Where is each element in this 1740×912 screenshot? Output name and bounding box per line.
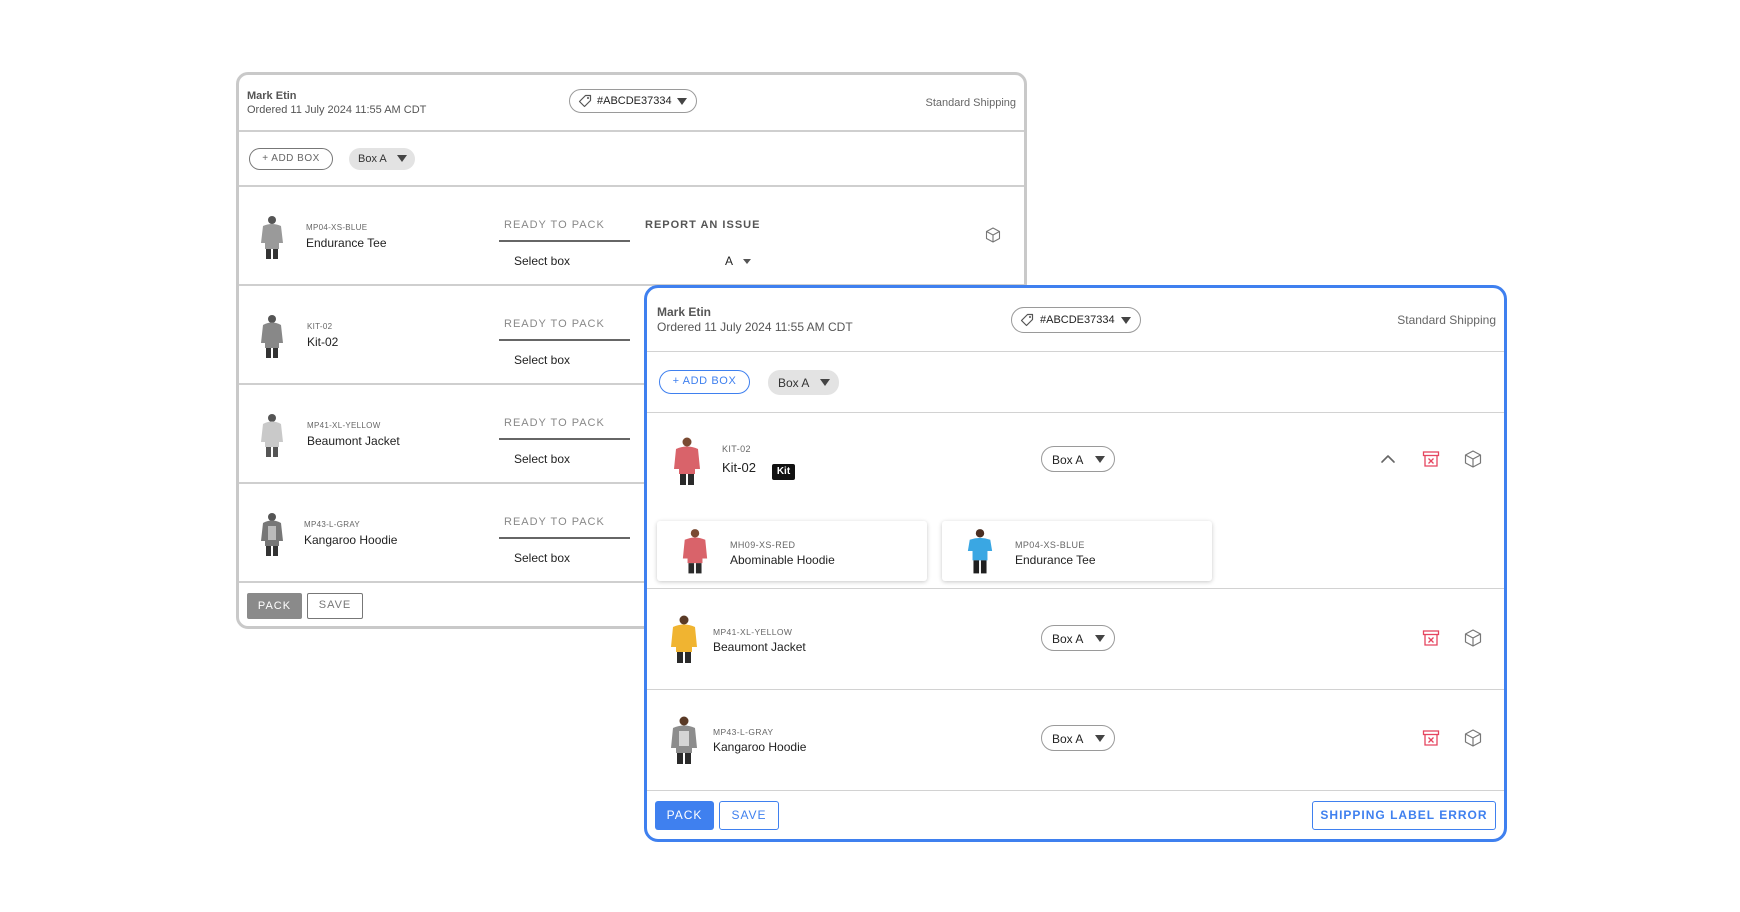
list-item: MP43-L-GRAY Kangaroo Hoodie Box A [647, 690, 1504, 791]
box-dropdown-value: Box A [1052, 732, 1084, 746]
save-button[interactable]: SAVE [307, 593, 363, 619]
save-button[interactable]: SAVE [719, 801, 779, 830]
box-select-value: Box A [778, 376, 810, 390]
product-name: Kangaroo Hoodie [304, 533, 398, 547]
product-sku: MP04-XS-BLUE [1015, 540, 1085, 550]
shipping-label-error-button[interactable]: SHIPPING LABEL ERROR [1312, 801, 1496, 830]
product-name: Endurance Tee [1015, 553, 1096, 567]
cube-icon[interactable] [985, 227, 1001, 243]
order-header: Mark Etin Ordered 11 July 2024 11:55 AM … [239, 75, 1024, 132]
box-dropdown-value: Box A [1052, 453, 1084, 467]
shipping-method: Standard Shipping [1397, 313, 1496, 327]
box-dropdown-value: Box A [1052, 632, 1084, 646]
order-id-dropdown[interactable]: #ABCDE37334 [1011, 307, 1141, 333]
remove-box-icon[interactable] [1422, 729, 1440, 747]
box-toolbar: + ADD BOX Box A [647, 352, 1504, 413]
product-thumbnail [671, 615, 697, 663]
product-name: Beaumont Jacket [307, 434, 400, 448]
tab-underline [499, 240, 630, 242]
tab-ready-to-pack[interactable]: READY TO PACK [504, 516, 605, 528]
caret-down-icon [677, 98, 687, 105]
caret-down-icon[interactable] [743, 259, 751, 264]
remove-box-icon[interactable] [1422, 450, 1440, 468]
card-footer: PACK SAVE SHIPPING LABEL ERROR [647, 791, 1504, 839]
tab-underline [499, 339, 630, 341]
product-name: Kangaroo Hoodie [713, 740, 807, 754]
product-name: Kit-02 [722, 460, 756, 475]
add-box-button[interactable]: + ADD BOX [249, 148, 333, 170]
order-header: Mark Etin Ordered 11 July 2024 11:55 AM … [647, 288, 1504, 352]
box-dropdown[interactable]: Box A [1041, 446, 1115, 472]
product-sku: MP43-L-GRAY [713, 727, 774, 737]
tab-ready-to-pack[interactable]: READY TO PACK [504, 219, 605, 231]
pack-button[interactable]: PACK [655, 801, 714, 830]
box-dropdown[interactable]: Box A [1041, 625, 1115, 651]
product-sku: KIT-02 [722, 444, 751, 454]
product-name: Abominable Hoodie [730, 553, 835, 567]
kit-component-card: MP04-XS-BLUE Endurance Tee [942, 521, 1212, 581]
product-name: Kit-02 [307, 335, 339, 349]
caret-down-icon [1121, 317, 1131, 324]
caret-down-icon [820, 379, 830, 386]
product-thumbnail [261, 315, 283, 358]
kit-row: KIT-02 Kit-02 Kit Box A MH09-XS-RED Abom… [647, 413, 1504, 589]
kit-component-card: MH09-XS-RED Abominable Hoodie [657, 521, 927, 581]
shipping-method: Standard Shipping [925, 97, 1016, 109]
box-select[interactable]: Box A [768, 370, 839, 395]
caret-down-icon [397, 155, 407, 162]
product-sku: MP04-XS-BLUE [306, 223, 368, 232]
remove-box-icon[interactable] [1422, 629, 1440, 647]
product-thumbnail [261, 513, 283, 556]
customer-name: Mark Etin [247, 90, 297, 102]
caret-down-icon [1095, 456, 1105, 463]
product-thumbnail [261, 414, 283, 457]
chevron-up-icon[interactable] [1380, 453, 1396, 465]
tab-underline [499, 537, 630, 539]
order-date: Ordered 11 July 2024 11:55 AM CDT [247, 104, 427, 116]
order-id: #ABCDE37334 [597, 95, 672, 107]
product-sku: MP41-XL-YELLOW [307, 421, 381, 430]
order-date: Ordered 11 July 2024 11:55 AM CDT [657, 320, 853, 334]
product-thumbnail [674, 437, 700, 485]
select-box-label: Select box [514, 254, 571, 268]
box-dropdown-value[interactable]: A [725, 254, 733, 268]
tab-underline [499, 438, 630, 440]
box-select[interactable]: Box A [349, 148, 415, 170]
list-item: MP04-XS-BLUE Endurance Tee READY TO PACK… [239, 187, 1024, 286]
product-sku: MP43-L-GRAY [304, 520, 361, 529]
order-id-dropdown[interactable]: #ABCDE37334 [569, 89, 697, 113]
product-thumbnail [671, 716, 697, 764]
list-item: MP41-XL-YELLOW Beaumont Jacket Box A [647, 589, 1504, 690]
pack-button[interactable]: PACK [247, 593, 302, 619]
cube-icon[interactable] [1464, 450, 1482, 468]
cube-icon[interactable] [1464, 629, 1482, 647]
tab-ready-to-pack[interactable]: READY TO PACK [504, 417, 605, 429]
product-thumbnail [682, 529, 708, 574]
product-sku: KIT-02 [307, 322, 333, 331]
caret-down-icon [1095, 735, 1105, 742]
product-thumbnail [261, 216, 283, 259]
box-select-value: Box A [358, 153, 387, 165]
select-box-label: Select box [514, 353, 571, 367]
select-box-label: Select box [514, 452, 571, 466]
kit-badge: Kit [772, 464, 795, 480]
tag-icon [1020, 313, 1034, 327]
product-thumbnail [967, 529, 993, 574]
box-dropdown[interactable]: Box A [1041, 725, 1115, 751]
order-id: #ABCDE37334 [1040, 314, 1115, 326]
product-name: Beaumont Jacket [713, 640, 806, 654]
add-box-button[interactable]: + ADD BOX [659, 370, 750, 394]
front-order-card: Mark Etin Ordered 11 July 2024 11:55 AM … [644, 285, 1507, 842]
product-sku: MH09-XS-RED [730, 540, 796, 550]
caret-down-icon [1095, 635, 1105, 642]
product-name: Endurance Tee [306, 236, 387, 250]
tab-ready-to-pack[interactable]: READY TO PACK [504, 318, 605, 330]
product-sku: MP41-XL-YELLOW [713, 627, 793, 637]
select-box-label: Select box [514, 551, 571, 565]
customer-name: Mark Etin [657, 305, 712, 319]
box-toolbar: + ADD BOX Box A [239, 132, 1024, 187]
tag-icon [578, 94, 592, 108]
cube-icon[interactable] [1464, 729, 1482, 747]
tab-report-issue[interactable]: REPORT AN ISSUE [645, 219, 760, 231]
